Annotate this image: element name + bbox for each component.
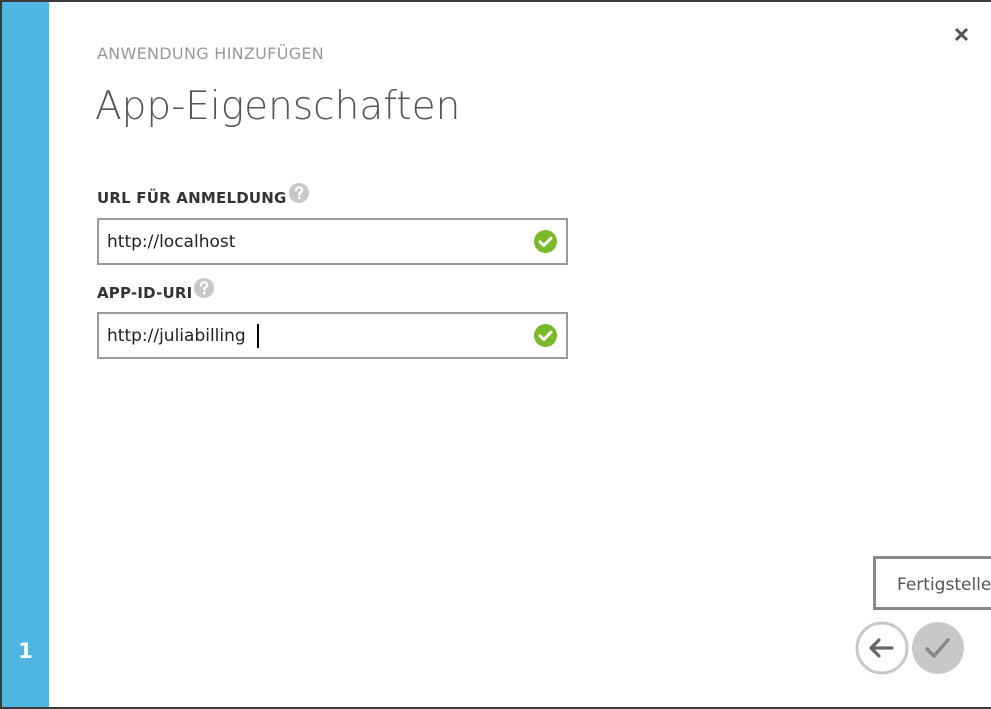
- sign-on-url-label-text: URL FÜR ANMELDUNG: [97, 189, 287, 207]
- text-caret: [257, 324, 259, 348]
- wizard-subtitle: ANWENDUNG HINZUFÜGEN: [97, 44, 325, 63]
- arrow-left-icon: [855, 621, 909, 675]
- close-icon: [954, 27, 969, 42]
- sign-on-url-input[interactable]: [99, 220, 527, 263]
- finish-tooltip: Fertigstellen: [873, 556, 991, 610]
- close-button[interactable]: [950, 22, 974, 46]
- app-id-uri-input[interactable]: [99, 314, 527, 357]
- back-button[interactable]: [855, 621, 909, 675]
- sign-on-url-field[interactable]: [97, 218, 568, 265]
- checkmark-icon: [912, 622, 964, 674]
- window-top-border: [0, 0, 991, 2]
- finish-tooltip-text: Fertigstellen: [897, 575, 991, 595]
- dialog-window: 1 ANWENDUNG HINZUFÜGEN App-Eigenschaften…: [0, 0, 991, 709]
- app-id-uri-label-text: APP-ID-URI: [97, 284, 193, 302]
- checkmark-circle-icon: [534, 324, 557, 347]
- checkmark-circle-icon: [534, 230, 557, 253]
- wizard-step-bar: 1: [2, 2, 49, 707]
- help-icon[interactable]: [194, 278, 215, 298]
- page-title: App-Eigenschaften: [95, 84, 461, 129]
- app-id-uri-label: APP-ID-URI: [97, 278, 215, 303]
- sign-on-url-label: URL FÜR ANMELDUNG: [97, 183, 309, 208]
- help-icon[interactable]: [288, 183, 309, 203]
- app-id-uri-field[interactable]: [97, 312, 568, 359]
- finish-button[interactable]: [911, 621, 965, 675]
- wizard-step-number: 1: [18, 639, 33, 663]
